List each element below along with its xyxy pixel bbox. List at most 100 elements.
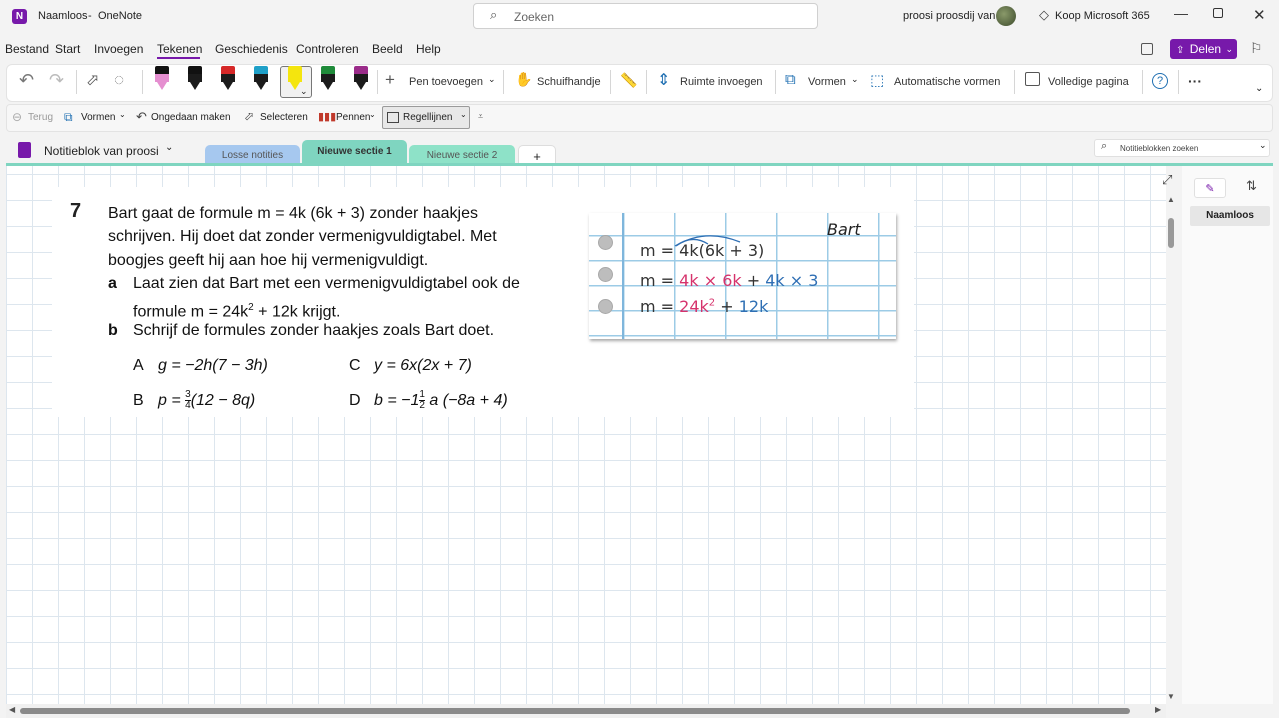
exercise-number: 7: [70, 200, 82, 222]
back-button[interactable]: Terug: [28, 112, 53, 123]
hand-icon: ✋: [515, 71, 533, 87]
green-pen-icon[interactable]: [321, 66, 335, 90]
active-tab-underline: [157, 57, 200, 59]
red-pen-icon[interactable]: [221, 66, 235, 90]
menu-geschiedenis[interactable]: Geschiedenis: [215, 42, 288, 56]
auto-shapes-button[interactable]: Automatische vormen: [894, 76, 1000, 88]
separator: [646, 70, 647, 94]
menu-start[interactable]: Start: [55, 42, 80, 56]
help-icon[interactable]: ?: [1152, 73, 1168, 89]
separator: [610, 70, 611, 94]
binder-hole: [598, 299, 613, 314]
pink-highlighter-icon[interactable]: [155, 66, 169, 90]
minimize-icon[interactable]: —: [1174, 5, 1188, 21]
vertical-scrollbar-thumb[interactable]: [1168, 218, 1174, 248]
add-page-icon: ✎: [1205, 183, 1215, 195]
share-icon: ⇪: [1176, 45, 1185, 56]
separator: [142, 70, 143, 94]
notebook-view-icon[interactable]: [1141, 43, 1153, 55]
qat-pens-button[interactable]: Pennen: [336, 112, 370, 123]
chevron-down-icon[interactable]: ⌄: [1255, 83, 1263, 94]
add-page-button[interactable]: ✎: [1194, 178, 1226, 198]
item-b-formula: p = 3 4 (12 − 8q): [158, 389, 256, 412]
chevron-down-icon[interactable]: ⌄: [165, 142, 173, 153]
item-letter-c: C: [349, 357, 361, 374]
exercise-intro-line-3: boogjes geeft hij aan hoe hij vermenigvu…: [108, 252, 429, 269]
qat-undo-button[interactable]: Ongedaan maken: [151, 112, 231, 123]
qat-select-button[interactable]: Selecteren: [260, 112, 308, 123]
expand-icon[interactable]: ⤢: [1162, 172, 1172, 188]
ruled-lines-button[interactable]: Regellijnen ⌄: [382, 106, 470, 129]
scroll-up-arrow[interactable]: ▲: [1167, 195, 1175, 204]
pens-icon: ▮▮▮: [318, 111, 337, 123]
binder-hole: [598, 235, 613, 250]
feedback-icon[interactable]: ⚐: [1250, 40, 1263, 57]
customize-qat-icon[interactable]: ⩡: [478, 111, 483, 122]
notebook-line-2: m = 4k × 6k + 4k × 3: [640, 271, 819, 290]
search-icon: ⌕: [1101, 140, 1108, 152]
insert-space-button[interactable]: Ruimte invoegen: [680, 76, 763, 88]
separator: [775, 70, 776, 94]
page-item-naamloos[interactable]: Naamloos: [1190, 206, 1270, 226]
back-icon: ⊖: [12, 110, 23, 124]
question-a-line-1: Laat zien dat Bart met een vermenigvuldi…: [133, 275, 520, 292]
qat-shapes-button[interactable]: Vormen: [81, 112, 115, 123]
sort-icon[interactable]: ⇅: [1246, 178, 1257, 194]
chevron-down-icon[interactable]: ⌄: [851, 74, 859, 85]
chevron-down-icon[interactable]: ⌄: [488, 74, 496, 85]
close-icon[interactable]: ✕: [1253, 6, 1266, 24]
notebook-owner-name: Bart: [827, 220, 861, 239]
plus-icon: +: [385, 70, 395, 89]
lasso-hand-button[interactable]: Schuifhandje: [537, 76, 601, 88]
shapes-icon: ⧉: [785, 71, 796, 88]
full-page-button[interactable]: Volledige pagina: [1048, 76, 1129, 88]
notebook-margin-line: [622, 213, 624, 339]
redo-icon[interactable]: ↷: [49, 70, 64, 91]
ruler-icon[interactable]: 📏: [620, 72, 637, 89]
menu-beeld[interactable]: Beeld: [372, 42, 403, 56]
menu-bestand[interactable]: Bestand: [5, 42, 49, 56]
menu-tekenen[interactable]: Tekenen: [157, 42, 202, 56]
diamond-icon: ◇: [1039, 7, 1049, 22]
scroll-left-arrow[interactable]: ◀: [9, 705, 15, 714]
buy-microsoft-365[interactable]: Koop Microsoft 365: [1055, 10, 1150, 22]
teal-pen-icon[interactable]: [254, 66, 268, 90]
shapes-button[interactable]: Vormen: [808, 76, 846, 88]
separator: [1014, 70, 1015, 94]
notebook-name[interactable]: Notitieblok van proosi: [44, 144, 159, 158]
menu-controleren[interactable]: Controleren: [296, 42, 359, 56]
notebook-line-1: m = 4k(6k + 3): [640, 241, 765, 260]
chevron-down-icon[interactable]: ⌄: [369, 110, 376, 119]
onenote-logo-icon: N: [12, 9, 27, 24]
share-label: Delen: [1189, 42, 1222, 56]
menu-bar: Bestand Start Invoegen Tekenen Geschiede…: [0, 38, 1279, 60]
add-pen-button[interactable]: Pen toevoegen: [409, 76, 483, 88]
question-a-letter: a: [108, 275, 117, 292]
scroll-down-arrow[interactable]: ▼: [1167, 692, 1175, 701]
horizontal-scrollbar-thumb[interactable]: [20, 708, 1130, 714]
more-options-icon[interactable]: ···: [1188, 73, 1202, 89]
select-arrow-icon[interactable]: ⬀: [86, 70, 99, 90]
chevron-down-icon[interactable]: ⌄: [119, 110, 126, 119]
chevron-down-icon: ⌄: [1259, 140, 1267, 150]
undo-icon[interactable]: ↶: [19, 70, 34, 91]
separator: [1142, 70, 1143, 94]
item-a-formula: g = −2h(7 − 3h): [158, 357, 268, 374]
notebook-line-3: m = 24k2 + 12k: [640, 297, 769, 316]
user-name[interactable]: proosi proosdij van: [903, 10, 995, 22]
avatar[interactable]: [996, 6, 1016, 26]
menu-invoegen[interactable]: Invoegen: [94, 42, 143, 56]
notebook-search-box[interactable]: ⌕ Notitieblokken zoeken ⌄: [1094, 139, 1270, 157]
black-pen-icon[interactable]: [188, 66, 202, 90]
chevron-down-icon[interactable]: ⌄: [300, 86, 308, 97]
menu-help[interactable]: Help: [416, 42, 441, 56]
scroll-right-arrow[interactable]: ▶: [1155, 705, 1161, 714]
title-separator: -: [88, 10, 92, 22]
purple-pen-icon[interactable]: [354, 66, 368, 90]
document-title: Naamloos: [38, 10, 88, 22]
lasso-icon[interactable]: ◌: [114, 70, 124, 90]
title-bar: N Naamloos - OneNote ⌕ Zoeken proosi pro…: [0, 0, 1279, 33]
search-box[interactable]: ⌕ Zoeken: [473, 3, 818, 29]
restore-icon[interactable]: [1213, 8, 1223, 18]
share-button[interactable]: ⇪ Delen ⌄: [1170, 39, 1237, 59]
